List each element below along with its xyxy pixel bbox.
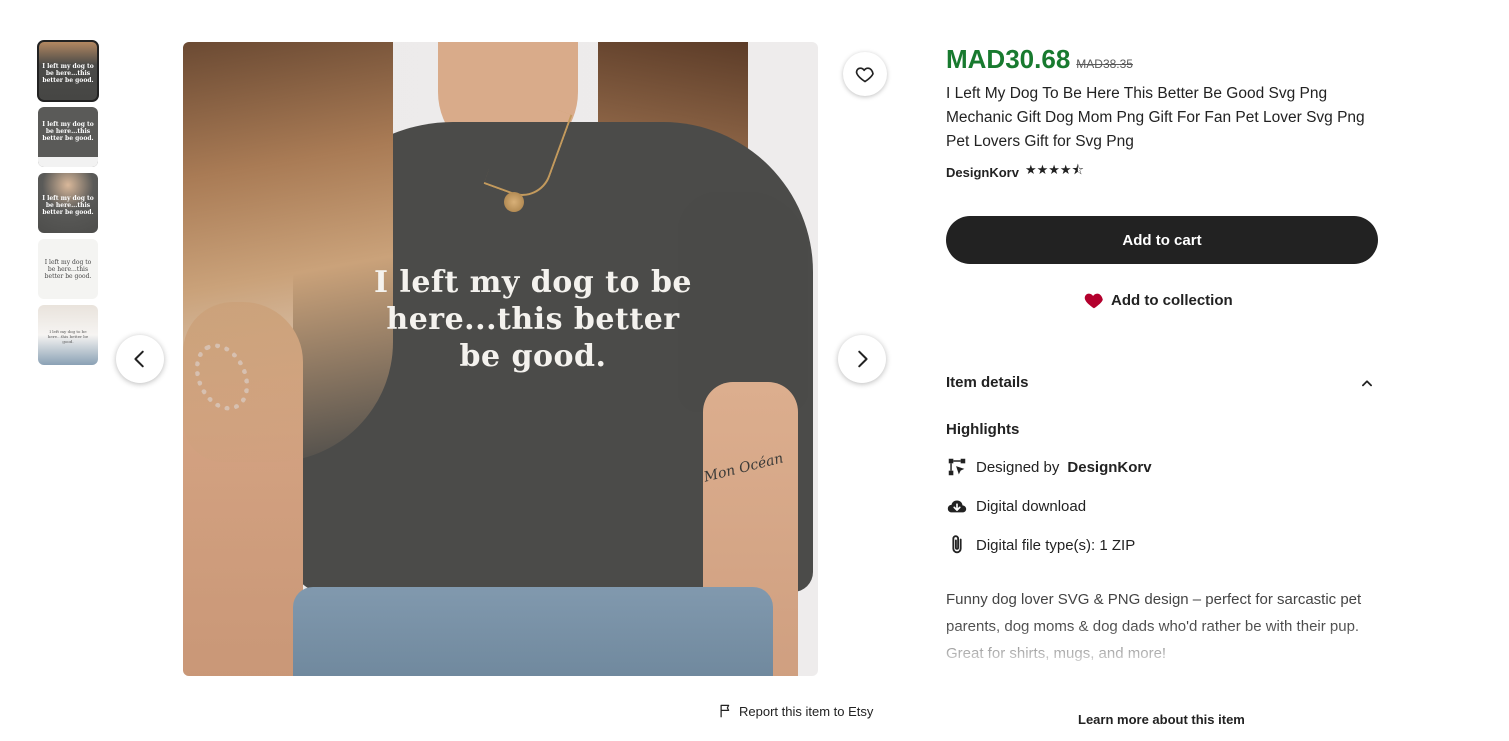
design-tool-icon [948,458,966,476]
file-types-text: Digital file type(s): 1 ZIP [976,536,1136,554]
chevron-up-icon [1362,379,1372,386]
shirt-print-text: I left my dog to be here...this better b… [373,265,693,374]
flag-icon [720,704,730,718]
chevron-right-icon [858,350,868,368]
next-image-button[interactable] [838,335,886,383]
thumbnail-3[interactable]: I left my dog to be here...this better b… [38,173,98,233]
report-item-label: Report this item to Etsy [739,703,874,719]
original-price: MAD38.35 [1076,57,1133,71]
main-product-image[interactable]: I left my dog to be here...this better b… [183,42,818,676]
add-to-collection-button[interactable]: Add to collection [1083,289,1233,311]
thumbnail-1[interactable]: I left my dog to be here...this better b… [37,40,99,102]
designer-name-link[interactable]: DesignKorv [1067,459,1151,476]
learn-more-button[interactable]: Learn more about this item [1078,712,1245,727]
report-item-link[interactable]: Report this item to Etsy [718,703,873,719]
item-details-toggle[interactable]: Item details [946,374,1374,391]
listing-title: I Left My Dog To Be Here This Better Be … [946,85,1365,150]
shop-rating-row: DesignKorv ★★★★⯪ [946,161,1084,183]
shop-name-link[interactable]: DesignKorv [946,165,1019,180]
item-description: Funny dog lover SVG & PNG design – perfe… [946,591,1362,662]
add-to-cart-button[interactable]: Add to cart [946,216,1378,264]
price-row: MAD30.68 MAD38.35 [946,44,1133,75]
highlight-digital-download: Digital download [946,495,1086,517]
heart-outline-icon [855,67,874,83]
paperclip-icon [952,535,962,554]
item-details-header: Item details [946,374,1029,391]
designed-by-prefix: Designed by [976,458,1060,476]
previous-image-button[interactable] [116,335,164,383]
highlights-heading: Highlights [946,421,1020,438]
highlight-designed-by: Designed by DesignKorv [946,456,1152,478]
thumbnail-2[interactable]: I left my dog to be here...this better b… [38,107,98,167]
cloud-download-icon [947,500,967,513]
sale-price: MAD30.68 [946,44,1071,74]
chevron-left-icon [134,350,144,368]
rating-stars[interactable]: ★★★★⯪ [1025,161,1084,183]
necklace-pendant [504,192,524,212]
favorite-button[interactable] [843,52,887,96]
digital-download-text: Digital download [976,497,1087,515]
heart-filled-icon [1084,293,1103,309]
thumbnail-4[interactable]: I left my dog to be here...this better b… [38,239,98,299]
highlight-file-types: Digital file type(s): 1 ZIP [946,534,1135,556]
thumbnail-5[interactable]: I left my dog to be here...this better b… [38,305,98,365]
add-to-collection-label: Add to collection [1111,291,1233,309]
thumbnail-strip: I left my dog to be here...this better b… [37,40,99,371]
